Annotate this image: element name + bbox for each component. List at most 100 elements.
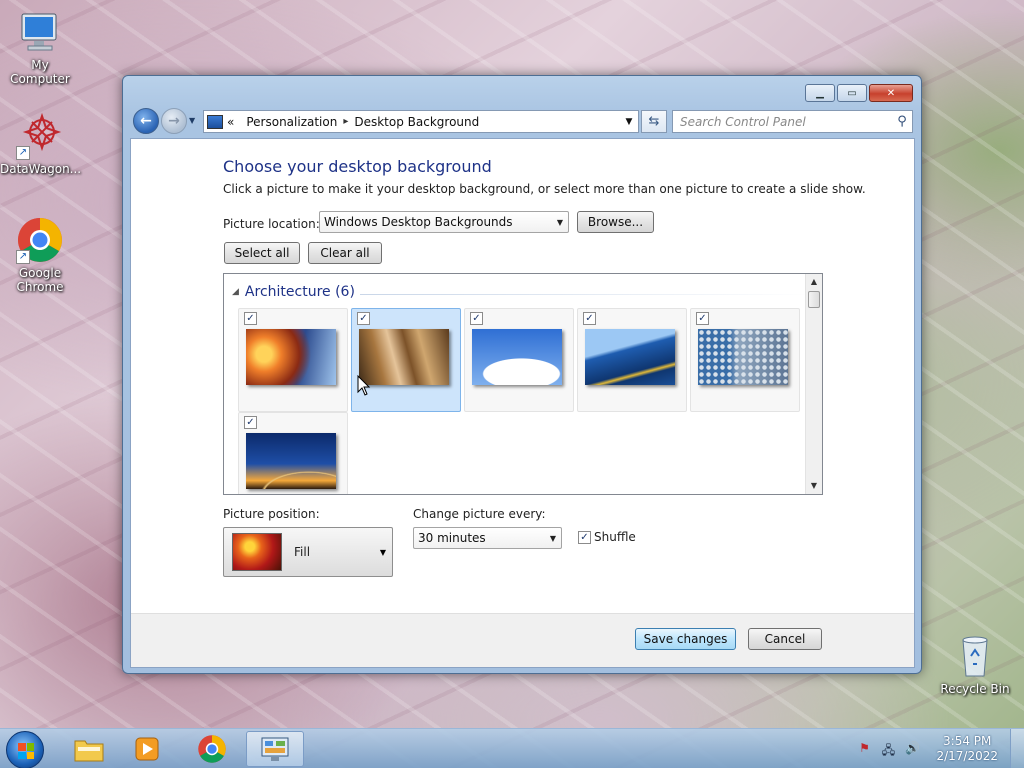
select-all-button[interactable]: Select all bbox=[224, 242, 300, 264]
window-controls: ▁ ▭ ✕ bbox=[805, 84, 913, 102]
picture-checkbox[interactable]: ✓ bbox=[244, 416, 257, 429]
picture-position-value: Fill bbox=[294, 545, 311, 559]
volume-icon[interactable]: 🔊 bbox=[903, 741, 921, 757]
action-center-flag-icon[interactable]: ⚑ bbox=[855, 741, 873, 757]
clock-date: 2/17/2022 bbox=[936, 749, 998, 763]
control-panel-icon bbox=[207, 114, 223, 129]
maximize-button[interactable]: ▭ bbox=[837, 84, 867, 102]
taskbar-chrome[interactable] bbox=[183, 731, 241, 767]
chevron-down-icon: ▼ bbox=[379, 547, 386, 557]
shuffle-checkbox[interactable]: ✓ bbox=[578, 531, 591, 544]
taskbar-media-player[interactable] bbox=[118, 731, 176, 767]
address-overflow[interactable]: « bbox=[227, 115, 234, 129]
picture-list: ◢ Architecture (6) ✓ ✓ ✓ ✓ ✓ ✓ ▲ ▼ bbox=[223, 273, 823, 495]
windows-logo-icon bbox=[18, 743, 34, 759]
collapse-triangle-icon[interactable]: ◢ bbox=[232, 287, 239, 297]
change-picture-label: Change picture every: bbox=[413, 507, 546, 521]
change-picture-value: 30 minutes bbox=[418, 531, 486, 545]
picture-checkbox[interactable]: ✓ bbox=[583, 312, 596, 325]
shuffle-label[interactable]: Shuffle bbox=[594, 530, 636, 544]
cancel-button[interactable]: Cancel bbox=[748, 628, 822, 650]
scroll-up-icon[interactable]: ▲ bbox=[806, 274, 822, 290]
mouse-cursor-icon bbox=[357, 375, 371, 396]
picture-checkbox[interactable]: ✓ bbox=[357, 312, 370, 325]
forward-button[interactable]: → bbox=[161, 108, 187, 134]
picture-position-select[interactable]: Fill ▼ bbox=[223, 527, 393, 577]
close-button[interactable]: ✕ bbox=[869, 84, 913, 102]
folder-icon bbox=[74, 740, 104, 762]
network-icon[interactable]: 🖧 bbox=[879, 741, 897, 757]
thumbnail-space-needle bbox=[246, 329, 336, 385]
start-button[interactable] bbox=[6, 731, 44, 768]
browse-button[interactable]: Browse... bbox=[577, 211, 654, 233]
change-picture-interval-select[interactable]: 30 minutes ▼ bbox=[413, 527, 562, 549]
chrome-icon: ↗ bbox=[16, 216, 64, 264]
desktop-icon-recycle-bin[interactable]: Recycle Bin bbox=[935, 632, 1015, 696]
desktop-icon-label: DataWagon... bbox=[0, 162, 82, 176]
forward-arrow-icon: → bbox=[168, 113, 180, 129]
breadcrumb-personalization[interactable]: Personalization bbox=[246, 115, 337, 129]
search-icon[interactable]: ⚲ bbox=[892, 114, 912, 129]
minimize-button[interactable]: ▁ bbox=[805, 84, 835, 102]
datawagon-logo-icon: ↗ bbox=[16, 112, 64, 160]
taskbar-explorer[interactable] bbox=[60, 731, 118, 767]
desktop-icon-my-computer[interactable]: My Computer bbox=[0, 8, 80, 86]
picture-location-select[interactable]: Windows Desktop Backgrounds ▼ bbox=[319, 211, 569, 233]
control-panel-icon bbox=[261, 737, 289, 761]
group-header-architecture[interactable]: ◢ Architecture (6) bbox=[232, 284, 810, 300]
taskbar-control-panel[interactable] bbox=[246, 731, 304, 767]
show-desktop-button[interactable] bbox=[1010, 729, 1024, 768]
address-bar[interactable]: « Personalization ▸ Desktop Background ▼ bbox=[203, 110, 639, 133]
save-changes-button[interactable]: Save changes bbox=[635, 628, 736, 650]
refresh-button[interactable]: ⇆ bbox=[641, 110, 667, 133]
clock-time: 3:54 PM bbox=[943, 734, 992, 748]
recent-pages-dropdown[interactable]: ▼ bbox=[189, 116, 195, 125]
media-player-icon bbox=[135, 737, 159, 761]
page-title: Choose your desktop background bbox=[223, 157, 492, 176]
computer-icon bbox=[16, 8, 64, 56]
shortcut-arrow-icon: ↗ bbox=[16, 250, 30, 264]
thumbnail-arch-sunset bbox=[246, 433, 336, 489]
scroll-thumb[interactable] bbox=[808, 291, 820, 308]
back-button[interactable]: ← bbox=[133, 108, 159, 134]
picture-location-value: Windows Desktop Backgrounds bbox=[324, 215, 513, 229]
picture-checkbox[interactable]: ✓ bbox=[244, 312, 257, 325]
position-preview-image bbox=[232, 533, 282, 571]
navigation-bar: ← → ▼ « Personalization ▸ Desktop Backgr… bbox=[131, 107, 913, 135]
desktop-icon-google-chrome[interactable]: ↗ Google Chrome bbox=[0, 216, 80, 294]
desktop-icon-label: Google Chrome bbox=[16, 266, 64, 294]
chevron-down-icon: ▼ bbox=[556, 217, 564, 227]
picture-tile[interactable]: ✓ bbox=[238, 308, 348, 412]
picture-checkbox[interactable]: ✓ bbox=[470, 312, 483, 325]
picture-tile[interactable]: ✓ bbox=[464, 308, 574, 412]
recycle-bin-icon bbox=[951, 632, 999, 680]
search-input[interactable]: Search Control Panel ⚲ bbox=[672, 110, 913, 133]
picture-tile[interactable]: ✓ bbox=[238, 412, 348, 494]
clear-all-button[interactable]: Clear all bbox=[308, 242, 382, 264]
thumbnail-blue-glass bbox=[585, 329, 675, 385]
desktop-icon-datawagon[interactable]: ↗ DataWagon... bbox=[0, 112, 82, 176]
picture-checkbox[interactable]: ✓ bbox=[696, 312, 709, 325]
desktop-background-window: ▁ ▭ ✕ ← → ▼ « Personalization ▸ Desktop … bbox=[122, 75, 922, 674]
breadcrumb-separator[interactable]: ▸ bbox=[343, 116, 348, 127]
picture-position-label: Picture position: bbox=[223, 507, 320, 521]
vertical-scrollbar[interactable]: ▲ ▼ bbox=[805, 274, 822, 494]
address-dropdown-icon[interactable]: ▼ bbox=[620, 117, 638, 127]
picture-location-label: Picture location: bbox=[223, 217, 320, 231]
page-description: Click a picture to make it your desktop … bbox=[223, 182, 866, 196]
picture-tile[interactable]: ✓ bbox=[577, 308, 687, 412]
back-arrow-icon: ← bbox=[140, 113, 152, 129]
thumbnail-curved-metal bbox=[359, 329, 449, 385]
thumbnail-white-building bbox=[472, 329, 562, 385]
clock[interactable]: 3:54 PM 2/17/2022 bbox=[936, 734, 998, 764]
thumbnail-disc-facade bbox=[698, 329, 788, 385]
picture-tile[interactable]: ✓ bbox=[690, 308, 800, 412]
system-tray: ⚑ 🖧 🔊 3:54 PM 2/17/2022 bbox=[852, 729, 1024, 768]
refresh-icon: ⇆ bbox=[648, 114, 660, 129]
desktop-icon-label: My Computer bbox=[10, 58, 70, 86]
chrome-icon bbox=[198, 735, 226, 763]
breadcrumb-desktop-background[interactable]: Desktop Background bbox=[354, 115, 479, 129]
group-title: Architecture (6) bbox=[244, 284, 355, 300]
scroll-down-icon[interactable]: ▼ bbox=[806, 478, 822, 494]
search-placeholder: Search Control Panel bbox=[680, 114, 806, 129]
